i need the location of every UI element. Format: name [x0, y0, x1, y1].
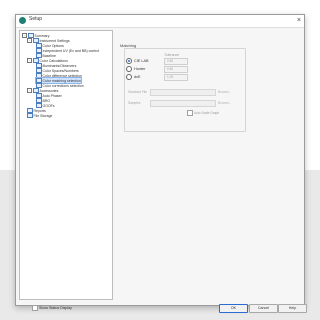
- samples-browse-button[interactable]: Browse...: [218, 101, 231, 105]
- collapse-icon[interactable]: -: [27, 88, 32, 93]
- ok-button[interactable]: OK: [219, 304, 248, 313]
- tree-item-label: Color difference selection: [42, 73, 82, 78]
- tree-item-label: Auto Phaser: [42, 93, 62, 98]
- tree-item-label: File Storage: [33, 113, 53, 118]
- show-status-checkbox[interactable]: Show Status Display: [32, 305, 72, 311]
- standard-file-label: Standard File: [128, 90, 147, 94]
- radio-label: dxE: [134, 75, 141, 79]
- tree-item-label: Baseline: [42, 53, 56, 58]
- tree-item-label: Accessories: [39, 88, 59, 93]
- radio-dxe[interactable]: dxE: [126, 74, 141, 80]
- show-status-label: Show Status Display: [39, 305, 72, 310]
- collapse-icon[interactable]: -: [27, 38, 32, 43]
- tolerance-field-dxe[interactable]: 1.00: [164, 74, 188, 81]
- tree-item-file-storage[interactable]: File Storage: [27, 113, 52, 118]
- samples-field[interactable]: [150, 100, 216, 107]
- tree-item-label: Color corrections selection: [42, 83, 84, 88]
- tree-item-label: BRO: [42, 98, 51, 103]
- help-button[interactable]: Help: [278, 304, 307, 313]
- radio-label: CIE LAB: [134, 59, 149, 63]
- title-bar: Setup ×: [16, 15, 304, 28]
- tree-item-label: Color matching selection: [42, 78, 81, 83]
- radio-button[interactable]: [126, 66, 132, 72]
- collapse-icon[interactable]: -: [27, 58, 32, 63]
- standard-file-field[interactable]: [150, 89, 216, 96]
- checkbox-box[interactable]: [32, 305, 38, 311]
- auto-scale-checkbox[interactable]: Auto Scale Graph: [187, 110, 219, 116]
- app-logo-icon: [19, 17, 26, 24]
- checkbox-box[interactable]: [187, 110, 193, 116]
- radio-cie-lab[interactable]: CIE LAB: [126, 58, 149, 64]
- tree-item-label: Color Spaces/Numbers: [42, 68, 79, 73]
- tree-item-label: Instrument Settings: [39, 38, 70, 43]
- settings-tree[interactable]: - Summary - Instrument Settings Color Op…: [19, 30, 113, 300]
- auto-scale-label: Auto Scale Graph: [194, 110, 220, 115]
- tree-item-label: Reports: [33, 108, 46, 113]
- samples-label: Samples: [128, 101, 141, 105]
- tree-item-label: Color Calculations: [39, 58, 68, 63]
- radio-button[interactable]: [126, 74, 132, 80]
- window-title: Setup: [29, 16, 43, 22]
- dialog-footer: Show Status Display OK Cancel Help: [19, 302, 307, 313]
- tree-item-label: Summary: [34, 33, 50, 38]
- tolerance-field-hunter[interactable]: 0.50: [164, 66, 188, 73]
- settings-panel: Matching Tolerance CIE LAB 0.50 Hunter 0…: [116, 30, 299, 298]
- tree-item-label: Illuminants/Observers: [42, 63, 77, 68]
- tolerance-field-cie-lab[interactable]: 0.50: [164, 58, 188, 65]
- tolerance-header: Tolerance: [164, 53, 180, 57]
- setup-window: Setup × - Summary - Instrument Settings …: [15, 14, 307, 313]
- radio-hunter[interactable]: Hunter: [126, 66, 145, 72]
- close-icon[interactable]: ×: [297, 16, 301, 26]
- radio-label: Hunter: [134, 67, 146, 71]
- page-icon: [27, 113, 33, 118]
- tree-item-label: Color Options: [42, 43, 64, 48]
- cancel-button[interactable]: Cancel: [249, 304, 278, 313]
- radio-button[interactable]: [126, 58, 132, 64]
- tree-item-label: Independent UV (Ex and BB) control: [42, 48, 100, 53]
- tree-item-label: GOOFs: [42, 103, 55, 108]
- standard-file-browse-button[interactable]: Browse...: [218, 90, 231, 94]
